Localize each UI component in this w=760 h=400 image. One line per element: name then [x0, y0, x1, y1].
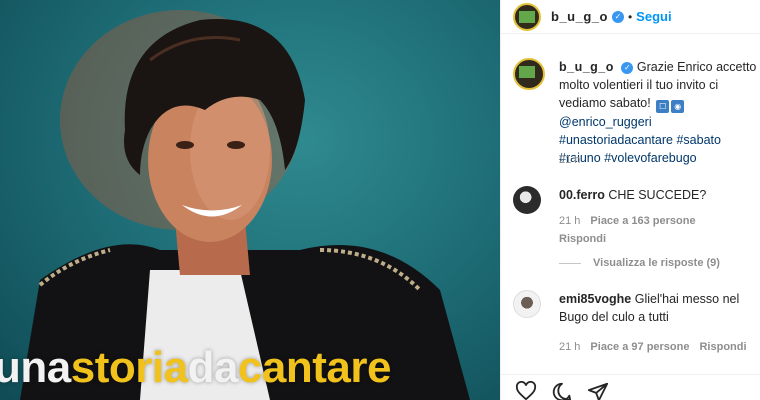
hashtag-link[interactable]: #volevofarebugo [604, 151, 696, 165]
comment-text: CHE SUCCEDE? [608, 188, 707, 202]
overlay-part: da [187, 343, 239, 392]
comment: emi85voghe Gliel'hai messo nel Bugo del … [513, 290, 760, 356]
caption-username[interactable]: b_u_g_o [559, 60, 614, 74]
post-sidebar: b_u_g_o ✓ • Segui b_u_g_o ✓ Grazie Enric… [500, 0, 760, 400]
verified-badge-icon: ✓ [611, 10, 624, 23]
emoji-icon: ◉ [671, 100, 685, 113]
avatar[interactable] [513, 186, 541, 214]
comment-icon[interactable] [551, 381, 573, 400]
comment-time[interactable]: 21 h [559, 338, 580, 356]
separator: • [627, 9, 633, 24]
reply-button[interactable]: Rispondi [699, 338, 746, 356]
reply-button[interactable]: Rispondi [559, 230, 706, 248]
comment-body: emi85voghe Gliel'hai messo nel Bugo del … [559, 290, 749, 356]
caption-body: b_u_g_o ✓ Grazie Enrico accetto molto vo… [559, 58, 759, 167]
divider [559, 262, 581, 264]
view-replies-button[interactable]: Visualizza le risposte (9) [559, 257, 720, 269]
avatar[interactable] [513, 2, 541, 31]
comment-likes[interactable]: Piace a 97 persone [590, 338, 689, 356]
mention-link[interactable]: @enrico_ruggeri [559, 115, 652, 129]
overlay-part: cantare [237, 343, 392, 392]
comment-meta: 21 h Piace a 97 persone Rispondi [559, 338, 749, 356]
overlay-part: storia [70, 343, 188, 392]
comment-username[interactable]: 00.ferro [559, 188, 605, 202]
post-image[interactable]: unastoriadacantare [0, 0, 500, 400]
comment-time[interactable]: 21 h [559, 212, 580, 230]
verified-badge-icon: ✓ [621, 61, 634, 74]
follow-button[interactable]: Segui [636, 9, 671, 24]
header-username[interactable]: b_u_g_o [551, 9, 608, 24]
hashtag-link[interactable]: #unastoriadacantare [559, 133, 673, 147]
caption: b_u_g_o ✓ Grazie Enrico accetto molto vo… [513, 58, 760, 167]
emoji-icon: ☐ [656, 100, 670, 113]
overlay-part: una [0, 343, 71, 392]
avatar[interactable] [513, 58, 545, 90]
portrait-illustration [20, 10, 470, 400]
caption-time[interactable]: 21 h [559, 154, 580, 166]
heart-icon[interactable] [515, 381, 537, 400]
overlay-title: unastoriadacantare [0, 346, 500, 390]
comment-username[interactable]: emi85voghe [559, 292, 631, 306]
post-header: b_u_g_o ✓ • Segui [501, 0, 760, 34]
comment-body: 00.ferro CHE SUCCEDE? 21 h Piace a 163 p… [559, 186, 706, 248]
comment-meta: 21 h Piace a 163 persone [559, 212, 706, 230]
comment-likes[interactable]: Piace a 163 persone [590, 212, 695, 230]
hashtag-link[interactable]: #sabato [676, 133, 720, 147]
comment: 00.ferro CHE SUCCEDE? 21 h Piace a 163 p… [513, 186, 760, 248]
view-replies-label: Visualizza le risposte (9) [593, 257, 720, 269]
action-bar [501, 374, 760, 400]
avatar[interactable] [513, 290, 541, 318]
share-icon[interactable] [587, 381, 609, 400]
